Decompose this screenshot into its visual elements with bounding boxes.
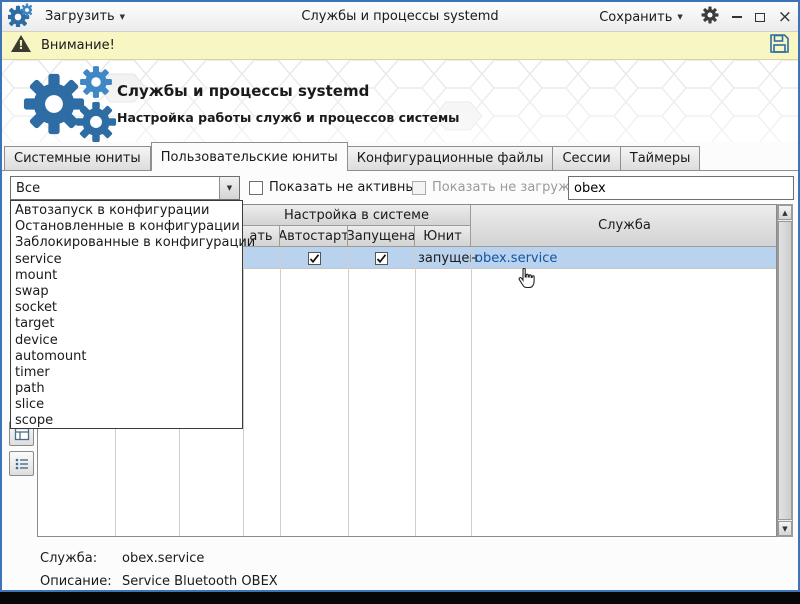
dropdown-item[interactable]: socket [11, 300, 242, 316]
column-header-autostart[interactable]: Автостарт [280, 226, 348, 247]
settings-gear-icon[interactable] [701, 6, 719, 28]
dropdown-item[interactable]: device [11, 333, 242, 349]
vertical-scrollbar[interactable]: ▲ ▼ [777, 204, 793, 537]
combobox-value: Все [16, 180, 41, 196]
chevron-down-icon: ▼ [226, 184, 233, 192]
page-title: Службы и процессы systemd [117, 82, 370, 100]
window-frame: Службы и процессы systemd Загрузить ▼ Со… [0, 0, 800, 592]
gridline [415, 247, 416, 536]
save-floppy-icon[interactable] [769, 33, 790, 58]
dropdown-item[interactable]: automount [11, 349, 242, 365]
tab-timers[interactable]: Таймеры [620, 146, 701, 171]
show-inactive-checkbox-row: Показать не активные [249, 180, 424, 195]
dropdown-item[interactable]: mount [11, 268, 242, 284]
scroll-down-icon: ▼ [782, 524, 788, 533]
tab-bar: Системные юниты Пользовательские юниты К… [4, 142, 701, 171]
save-menu-button[interactable]: Сохранить ▼ [594, 7, 688, 28]
dropdown-item[interactable]: timer [11, 365, 242, 381]
check-icon [376, 253, 387, 263]
desktop-taskbar [0, 592, 800, 604]
check-icon [309, 253, 319, 263]
load-menu-label: Загрузить [45, 9, 115, 24]
load-menu-button[interactable]: Загрузить ▼ [40, 6, 130, 27]
app-window: Службы и процессы systemd Загрузить ▼ Со… [0, 0, 800, 604]
filter-dropdown-list: Автозапуск в конфигурации Остановленные … [10, 200, 255, 429]
service-detail-value: obex.service [122, 551, 205, 566]
hexagon-pattern [2, 60, 798, 142]
column-header-unit[interactable]: Юнит [415, 226, 471, 247]
dropdown-item[interactable]: Автозапуск в конфигурации [11, 203, 242, 219]
show-inactive-label: Показать не активные [269, 180, 424, 195]
warning-bar: ! Внимание! [2, 32, 798, 60]
description-detail-label: Описание: [40, 574, 112, 589]
dropdown-item[interactable]: path [11, 381, 242, 397]
gridline [471, 247, 472, 536]
warning-message: Внимание! [41, 38, 115, 53]
chevron-down-icon: ▼ [677, 13, 683, 21]
maximize-button[interactable] [754, 12, 765, 22]
app-logo-gears-icon [16, 62, 120, 142]
scrollbar-thumb[interactable] [778, 221, 792, 520]
service-detail-label: Служба: [40, 551, 98, 566]
running-checkbox[interactable] [375, 251, 388, 265]
gridline [280, 247, 281, 536]
chevron-down-icon: ▼ [119, 12, 126, 21]
show-inactive-checkbox[interactable] [249, 180, 263, 195]
warning-triangle-icon: ! [10, 34, 32, 57]
scroll-up-icon: ▲ [782, 208, 788, 217]
column-header-running[interactable]: Запущена [348, 226, 415, 247]
tab-user-units[interactable]: Пользовательские юниты [150, 142, 348, 171]
page-subtitle: Настройка работы служб и процессов систе… [117, 110, 460, 125]
dropdown-item[interactable]: slice [11, 397, 242, 413]
save-menu-label: Сохранить [599, 9, 673, 25]
autostart-checkbox[interactable] [307, 251, 321, 265]
unit-filter-combobox[interactable]: Все ▼ [10, 176, 240, 200]
header-banner: Службы и процессы systemd Настройка рабо… [2, 60, 798, 142]
dropdown-item[interactable]: scope [11, 413, 242, 429]
hand-cursor-icon [517, 267, 535, 293]
list-view-button[interactable] [9, 451, 34, 476]
table-group-header-system: Настройка в системе [243, 205, 471, 226]
app-gears-icon [6, 3, 34, 31]
service-name-link[interactable]: obex.service [471, 247, 776, 269]
close-button[interactable]: × [778, 8, 792, 26]
tab-sessions[interactable]: Сессии [553, 146, 621, 171]
dropdown-item[interactable]: Остановленные в конфигурации [11, 219, 242, 235]
dropdown-item[interactable]: target [11, 316, 242, 332]
minimize-button[interactable] [731, 16, 742, 18]
unit-state-cell: запущен [418, 250, 478, 266]
list-icon [15, 458, 28, 469]
tab-config-files[interactable]: Конфигурационные файлы [347, 146, 554, 171]
gridline [243, 247, 244, 536]
gridline [348, 247, 349, 536]
combobox-arrow-button[interactable]: ▼ [219, 177, 239, 199]
show-unloaded-checkbox [412, 180, 426, 195]
search-input[interactable] [568, 176, 794, 200]
dropdown-item[interactable]: service [11, 252, 242, 268]
tab-system-units[interactable]: Системные юниты [4, 146, 151, 171]
column-header-service[interactable]: Служба [471, 205, 776, 247]
svg-text:!: ! [18, 38, 23, 52]
scroll-up-button[interactable]: ▲ [778, 205, 792, 220]
scroll-down-button[interactable]: ▼ [778, 521, 792, 536]
dropdown-item[interactable]: swap [11, 284, 242, 300]
dropdown-item[interactable]: Заблокированные в конфигурации [11, 235, 255, 251]
titlebar: Службы и процессы systemd Загрузить ▼ Со… [2, 2, 798, 32]
description-detail-value: Service Bluetooth OBEX [122, 574, 278, 589]
